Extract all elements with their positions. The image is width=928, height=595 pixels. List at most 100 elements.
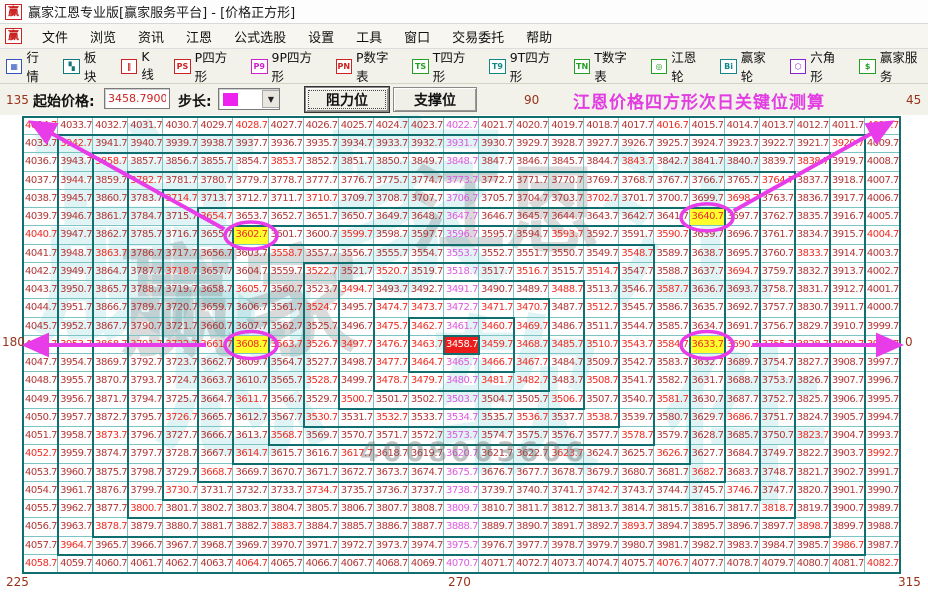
- menu-item-窗口[interactable]: 窗口: [404, 27, 430, 46]
- angle-label-315: 315: [898, 575, 921, 589]
- menu-item-江恩[interactable]: 江恩: [186, 27, 212, 46]
- grid-cell-r14c14: 3482.79: [514, 372, 550, 391]
- grid-cell-r21c12: 3809.79: [443, 500, 480, 519]
- toolbar-button-江恩轮[interactable]: ◎ 江恩轮: [650, 47, 708, 85]
- toolbar-button-K线[interactable]: ‖ K线: [120, 49, 161, 83]
- toolbar-button-9P四方形[interactable]: P9 9P四方形: [251, 47, 323, 85]
- start-price-label: 起始价格:: [33, 94, 95, 110]
- step-label: 步长:: [178, 94, 212, 110]
- grid-cell-r22c3: 3879.79: [128, 518, 164, 537]
- grid-cell-r11c22: 3829.79: [794, 317, 830, 336]
- grid-cell-r3c10: 3775.79: [373, 171, 409, 190]
- grid-cell-r20c7: 3733.79: [268, 481, 304, 501]
- grid-cell-r1c4: 3939.79: [163, 135, 199, 154]
- grid-cell-r6c17: 3591.79: [619, 226, 655, 245]
- menu-item-设置[interactable]: 设置: [308, 27, 334, 46]
- grid-cell-r8c9: 3521.79: [338, 262, 374, 282]
- grid-cell-r9c7: 3560.79: [268, 281, 304, 300]
- grid-cell-r3c17: 3768.79: [619, 171, 655, 190]
- grid-cell-r18c7: 3615.79: [268, 445, 304, 464]
- grid-cell-r2c21: 3839.79: [759, 153, 795, 172]
- menu-item-帮助[interactable]: 帮助: [526, 27, 552, 46]
- grid-cell-r2c18: 3842.79: [654, 153, 690, 172]
- grid-cell-r7c18: 3589.79: [654, 244, 690, 263]
- grid-cell-r3c2: 3859.79: [93, 171, 129, 190]
- grid-cell-r21c24: 3989.79: [864, 500, 900, 519]
- grid-cell-r5c15: 3644.79: [549, 208, 585, 227]
- grid-cell-r22c13: 3889.79: [479, 518, 515, 537]
- toolbar-button-六角形[interactable]: ⬡ 六角形: [789, 47, 847, 85]
- grid-cell-r0c22: 4012.79: [794, 117, 830, 136]
- grid-cell-r6c0: 4040.79: [23, 226, 59, 245]
- grid-cell-r22c6: 3882.79: [233, 518, 269, 537]
- grid-cell-r8c24: 4002.79: [864, 262, 900, 282]
- grid-cell-r9c17: 3546.79: [619, 281, 655, 300]
- grid-cell-r20c19: 3745.79: [689, 481, 725, 501]
- toolbar-button-板块[interactable]: ▚ 板块: [63, 47, 107, 85]
- toolbar-button-P四方形[interactable]: PS P四方形: [174, 47, 238, 85]
- grid-cell-r3c22: 3837.79: [794, 171, 830, 190]
- grid-cell-r2c17: 3843.79: [619, 153, 655, 172]
- grid-cell-r18c5: 3667.79: [198, 445, 234, 464]
- grid-cell-r21c18: 3815.79: [654, 500, 690, 519]
- menu-item-浏览[interactable]: 浏览: [90, 27, 116, 46]
- grid-cell-r7c14: 3551.79: [514, 244, 550, 263]
- menu-item-工具[interactable]: 工具: [356, 27, 382, 46]
- grid-cell-r7c19: 3638.79: [689, 244, 725, 263]
- grid-cell-r0c18: 4016.79: [654, 117, 690, 136]
- grid-cell-r13c7: 3564.79: [268, 354, 304, 373]
- menu-item-文件[interactable]: 文件: [42, 27, 68, 46]
- grid-cell-r18c1: 3959.79: [58, 445, 94, 464]
- menu-item-公式选股[interactable]: 公式选股: [234, 27, 286, 46]
- grid-cell-r10c3: 3789.79: [128, 299, 164, 318]
- grid-cell-r8c2: 3864.79: [93, 262, 129, 282]
- grid-cell-r4c13: 3705.79: [479, 189, 515, 209]
- grid-cell-r20c6: 3732.79: [233, 481, 269, 501]
- toolbar-button-T数字表[interactable]: TN T数字表: [573, 47, 638, 85]
- grid-cell-r10c4: 3720.79: [163, 299, 199, 318]
- start-price-input[interactable]: [104, 88, 170, 109]
- grid-cell-r7c21: 3760.79: [759, 244, 795, 263]
- grid-cell-r21c11: 3808.79: [408, 500, 444, 519]
- menu-item-资讯[interactable]: 资讯: [138, 27, 164, 46]
- grid-cell-r16c8: 3530.79: [303, 408, 339, 428]
- 9t-square-icon: T9: [489, 58, 506, 74]
- grid-cell-r17c8: 3569.79: [303, 427, 339, 446]
- grid-cell-r0c20: 4014.79: [724, 117, 760, 136]
- grid-cell-r24c1: 4059.79: [58, 554, 94, 573]
- grid-cell-r12c22: 3828.79: [794, 335, 830, 355]
- grid-cell-r10c14: 3470.79: [514, 299, 550, 318]
- grid-cell-r10c18: 3586.79: [654, 299, 690, 318]
- grid-cell-r8c3: 3787.79: [128, 262, 164, 282]
- grid-cell-r12c6: 3608.79: [233, 335, 269, 355]
- grid-cell-r2c10: 3850.79: [373, 153, 409, 172]
- dropdown-arrow-icon[interactable]: ▼: [262, 90, 279, 108]
- grid-cell-r23c18: 3981.79: [654, 536, 690, 555]
- grid-cell-r22c18: 3894.79: [654, 518, 690, 537]
- grid-cell-r3c9: 3776.79: [338, 171, 374, 190]
- grid-cell-r0c12: 4022.79: [443, 117, 480, 136]
- grid-cell-r10c12: 3472.79: [443, 299, 480, 318]
- grid-cell-r15c13: 3504.79: [479, 390, 515, 409]
- grid-cell-r22c10: 3886.79: [373, 518, 409, 537]
- menu-item-交易委托[interactable]: 交易委托: [452, 27, 504, 46]
- toolbar-button-赢家服务[interactable]: $ 赢家服务: [859, 47, 928, 85]
- grid-cell-r20c3: 3799.79: [128, 481, 164, 501]
- grid-cell-r17c19: 3628.79: [689, 427, 725, 446]
- toolbar-button-赢家轮[interactable]: Bi 赢家轮: [720, 47, 777, 85]
- toolbar-button-行情[interactable]: ▦ 行情: [6, 47, 50, 85]
- grid-cell-r11c12: 3461.79: [443, 317, 480, 336]
- support-button[interactable]: 支撑位: [393, 87, 477, 112]
- grid-cell-r17c6: 3613.79: [233, 427, 269, 446]
- grid-cell-r24c12: 4070.79: [443, 554, 480, 573]
- t-square-icon: TS: [412, 58, 429, 74]
- grid-cell-r2c24: 4008.79: [864, 153, 900, 172]
- toolbar-button-T四方形[interactable]: TS T四方形: [412, 47, 476, 85]
- toolbar-button-P数字表[interactable]: PN P数字表: [335, 47, 400, 85]
- grid-cell-r6c13: 3595.79: [479, 226, 515, 245]
- toolbar-button-9T四方形[interactable]: T9 9T四方形: [489, 47, 561, 85]
- step-color-dropdown[interactable]: ▼: [218, 88, 280, 110]
- grid-cell-r20c8: 3734.79: [303, 481, 339, 501]
- grid-cell-r21c5: 3802.79: [198, 500, 234, 519]
- resistance-button[interactable]: 阻力位: [305, 87, 389, 112]
